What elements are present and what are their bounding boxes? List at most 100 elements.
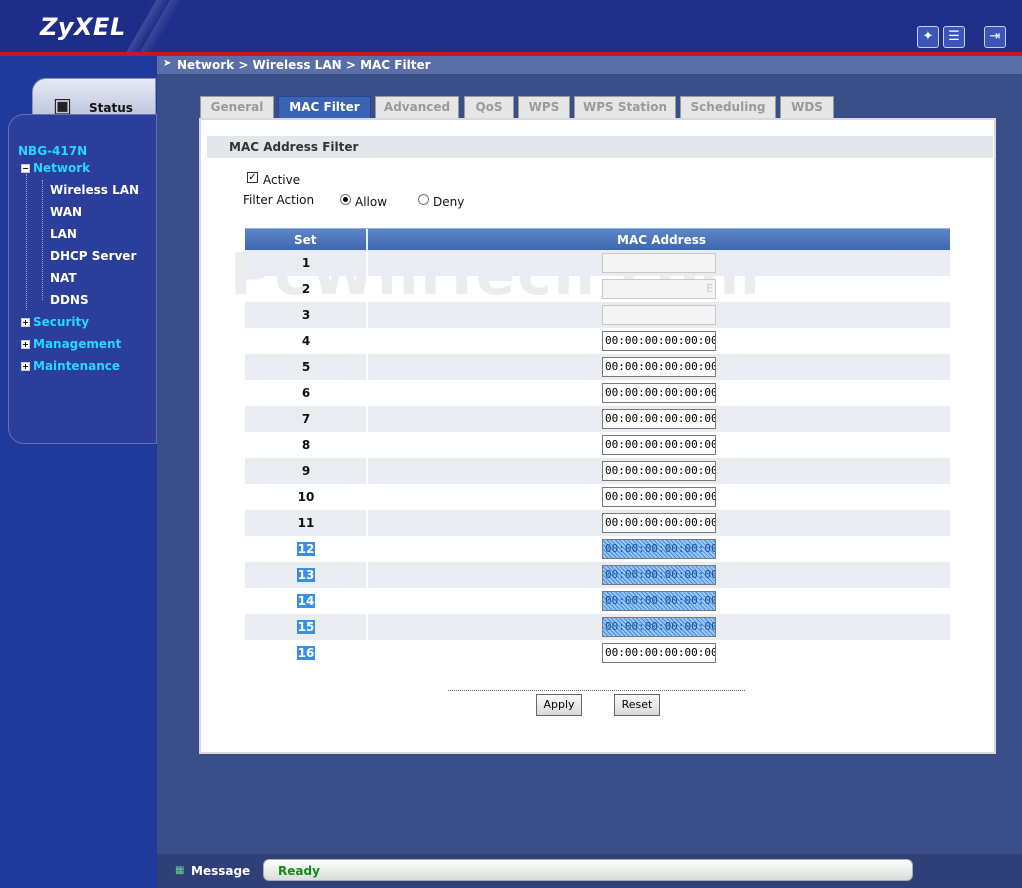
section-title: MAC Address Filter <box>229 140 359 154</box>
notes-icon[interactable]: ☰ <box>943 26 965 48</box>
mac-address-input[interactable]: 00:00:00:00:00:00 <box>602 357 716 377</box>
tab-wds[interactable]: WDS <box>780 96 834 118</box>
deny-label: Deny <box>433 195 465 209</box>
set-number: 2 <box>285 282 327 296</box>
column-divider <box>366 250 368 276</box>
sidebar-item-wan[interactable]: WAN <box>50 205 82 219</box>
tab-mac-filter[interactable]: MAC Filter <box>278 96 371 118</box>
column-divider <box>366 458 368 484</box>
reset-button[interactable]: Reset <box>614 694 660 716</box>
mac-address-input[interactable] <box>602 305 716 325</box>
table-row: 13 00:00:00:00:00:00 <box>245 562 950 588</box>
table-row: 14 00:00:00:00:00:00 <box>245 588 950 614</box>
set-number-text: 8 <box>301 438 311 452</box>
sidebar-item-nat[interactable]: NAT <box>50 271 77 285</box>
mac-address-input[interactable] <box>602 253 716 273</box>
message-icon: ▦ <box>175 865 185 876</box>
top-header: ZyXEL ✦ ☰ ⇥ <box>0 0 1022 52</box>
mac-address-input[interactable]: 00:00:00:00:00:00 <box>602 513 716 533</box>
set-number: 12 <box>285 542 327 556</box>
column-header-set: Set <box>294 233 317 247</box>
table-row: 3 <box>245 302 950 328</box>
table-row: 2E <box>245 276 950 302</box>
tab-wps[interactable]: WPS <box>518 96 570 118</box>
mac-address-input[interactable]: 00:00:00:00:00:00 <box>602 331 716 351</box>
device-name: NBG-417N <box>18 144 88 158</box>
table-row: 11 00:00:00:00:00:00 <box>245 510 950 536</box>
tab-qos[interactable]: QoS <box>464 96 514 118</box>
set-number: 10 <box>285 490 327 504</box>
table-row: 12 00:00:00:00:00:00 <box>245 536 950 562</box>
mac-address-input[interactable]: 00:00:00:00:00:00 <box>602 539 716 559</box>
set-number-text: 14 <box>296 594 316 608</box>
sidebar-item-network[interactable]: − Network <box>21 161 90 175</box>
set-number-text: 16 <box>296 646 316 660</box>
tree-line <box>42 180 43 300</box>
active-label: Active <box>263 173 301 187</box>
sidebar-item-management[interactable]: + Management <box>21 337 121 351</box>
mac-address-input[interactable]: 00:00:00:00:00:00 <box>602 383 716 403</box>
tab-general[interactable]: General <box>200 96 274 118</box>
message-label: Message <box>191 864 251 878</box>
set-number: 16 <box>285 646 327 660</box>
logout-icon[interactable]: ⇥ <box>984 26 1006 48</box>
mac-address-input[interactable]: 00:00:00:00:00:00 <box>602 617 716 637</box>
set-number-text: 13 <box>296 568 316 582</box>
deny-radio[interactable] <box>418 194 429 205</box>
set-number-text: 4 <box>301 334 311 348</box>
sidebar-item-ddns[interactable]: DDNS <box>50 293 89 307</box>
table-row: 10 00:00:00:00:00:00 <box>245 484 950 510</box>
allow-radio[interactable] <box>340 194 351 205</box>
table-row: 6 00:00:00:00:00:00 <box>245 380 950 406</box>
sidebar-item-maintenance[interactable]: + Maintenance <box>21 359 120 373</box>
active-checkbox[interactable]: ✓ <box>247 172 258 183</box>
table-row: 4 00:00:00:00:00:00 <box>245 328 950 354</box>
expand-icon[interactable]: + <box>21 340 30 349</box>
column-header-mac: MAC Address <box>617 233 707 247</box>
set-number-text: 3 <box>301 308 311 322</box>
table-row: 7 00:00:00:00:00:00 <box>245 406 950 432</box>
set-number: 6 <box>285 386 327 400</box>
table-row: 9 00:00:00:00:00:00 <box>245 458 950 484</box>
tab-advanced[interactable]: Advanced <box>375 96 459 118</box>
mac-address-input[interactable]: 00:00:00:00:00:00 <box>602 591 716 611</box>
sidebar-item-security[interactable]: + Security <box>21 315 89 329</box>
set-number-text: 10 <box>297 490 315 504</box>
expand-icon[interactable]: + <box>21 318 30 327</box>
mac-address-input[interactable]: 00:00:00:00:00:00 <box>602 409 716 429</box>
column-divider <box>366 406 368 432</box>
set-number-text: 9 <box>301 464 311 478</box>
mac-address-input[interactable]: 00:00:00:00:00:00 <box>602 565 716 585</box>
status-bar: ▦ Message Ready <box>157 854 1022 888</box>
status-text: Ready <box>278 864 320 878</box>
sidebar-item-dhcp-server[interactable]: DHCP Server <box>50 249 136 263</box>
apply-button[interactable]: Apply <box>536 694 582 716</box>
column-divider <box>366 536 368 562</box>
expand-icon[interactable]: + <box>21 362 30 371</box>
column-divider <box>366 510 368 536</box>
sidebar-item-lan[interactable]: LAN <box>50 227 77 241</box>
sidebar-item-label: Security <box>33 315 90 329</box>
table-row: 16 00:00:00:00:00:00 <box>245 640 950 666</box>
column-divider <box>366 302 368 328</box>
mac-address-input[interactable]: E <box>602 279 716 299</box>
set-number: 15 <box>285 620 327 634</box>
mac-address-input[interactable]: 00:00:00:00:00:00 <box>602 643 716 663</box>
breadcrumb-bar: ➤ Network > Wireless LAN > MAC Filter <box>157 56 1022 74</box>
table-row: 8 00:00:00:00:00:00 <box>245 432 950 458</box>
table-row: 1 <box>245 250 950 276</box>
set-number-text: 6 <box>301 386 311 400</box>
tab-wps-station[interactable]: WPS Station <box>574 96 676 118</box>
wizard-icon[interactable]: ✦ <box>917 26 939 48</box>
set-number-text: 1 <box>301 256 311 270</box>
mac-address-input[interactable]: 00:00:00:00:00:00 <box>602 461 716 481</box>
filter-action-label: Filter Action <box>243 193 315 207</box>
column-divider <box>366 562 368 588</box>
tab-scheduling[interactable]: Scheduling <box>680 96 776 118</box>
sidebar-item-label: Maintenance <box>33 359 121 373</box>
sidebar-item-wireless-lan[interactable]: Wireless LAN <box>50 183 139 197</box>
collapse-icon[interactable]: − <box>21 164 30 173</box>
mac-address-input[interactable]: 00:00:00:00:00:00 <box>602 435 716 455</box>
mac-address-input[interactable]: 00:00:00:00:00:00 <box>602 487 716 507</box>
tree-line <box>26 174 27 310</box>
